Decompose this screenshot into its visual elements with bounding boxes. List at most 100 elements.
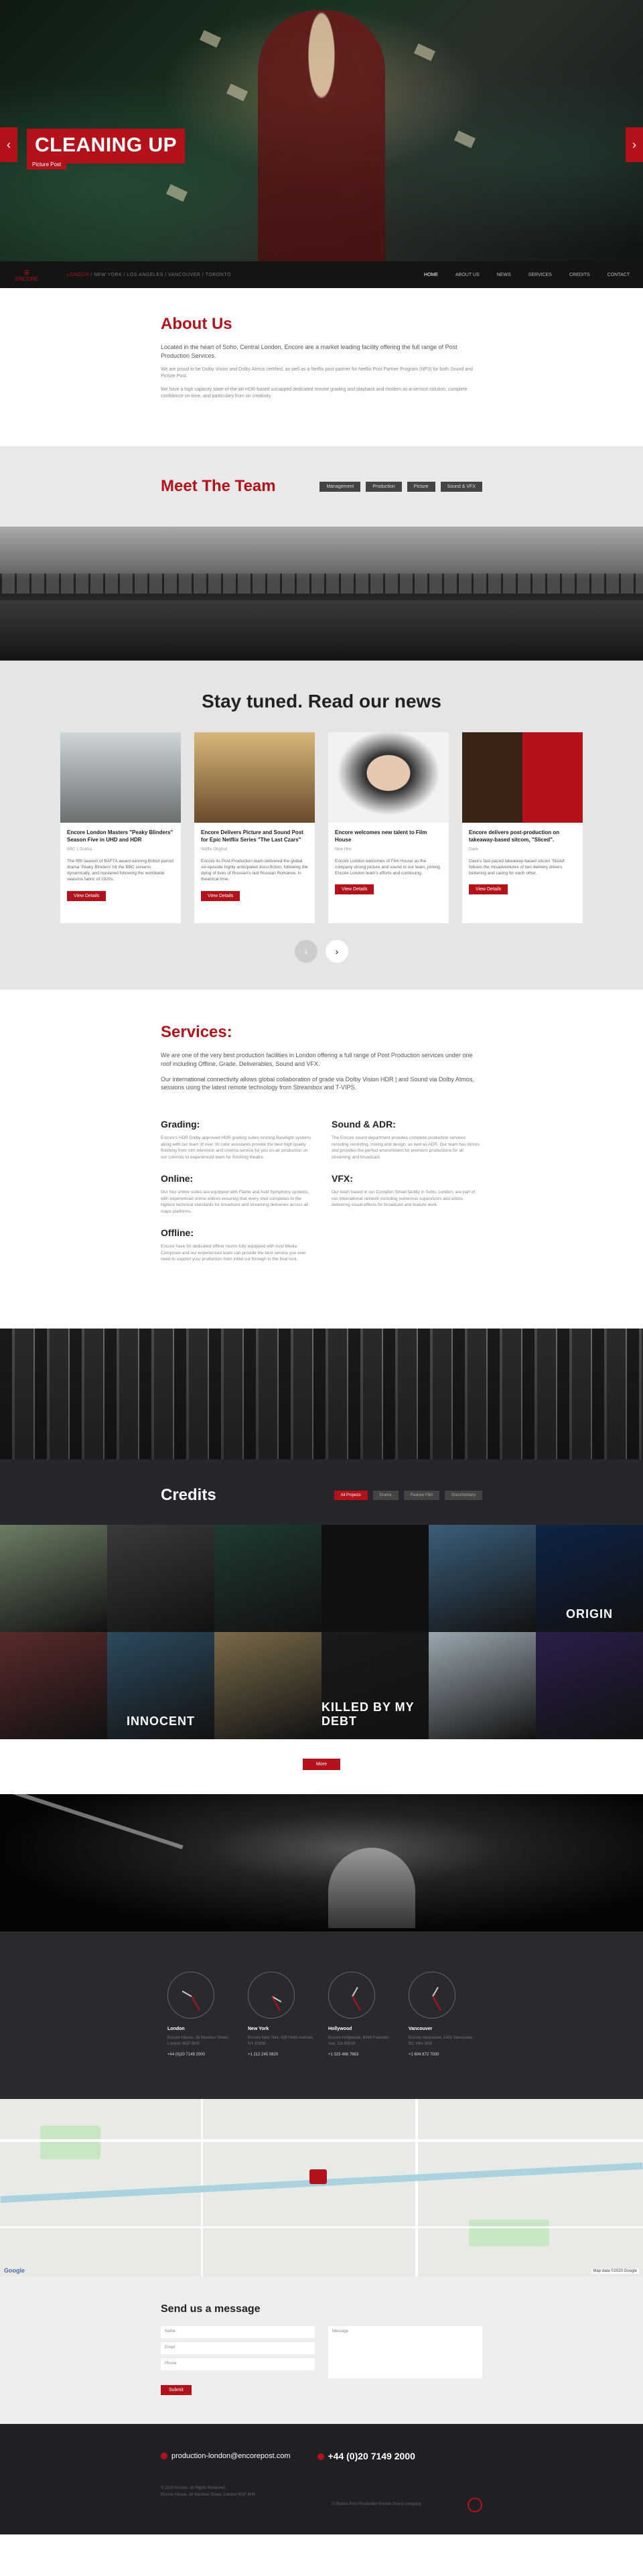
credit-poster[interactable] [0,1632,107,1739]
credit-poster[interactable] [214,1632,322,1739]
footer-copyright-right: © Picture Post Production Encore Group c… [332,2502,421,2506]
city-link[interactable]: TORONTO [206,273,231,277]
clock-minute-hand [191,1996,200,2011]
nav-item-home[interactable]: HOME [424,273,438,277]
map-park [469,2220,549,2246]
slider-prev-button[interactable]: ‹ [0,127,17,162]
news-next-button[interactable]: › [326,940,348,963]
office-address: Encore New York, 630 Ninth Avenue, NY 10… [248,2036,314,2046]
credit-poster[interactable] [536,1632,643,1739]
map-pin-icon[interactable] [309,2169,327,2184]
email-field[interactable]: Email [161,2342,315,2354]
credits-filter-button[interactable]: All Projects [334,1491,368,1500]
view-details-button[interactable]: View Details [201,890,240,901]
services-intro: We are one of the very best production f… [161,1052,473,1067]
mail-icon [161,2453,167,2460]
news-card-image [328,732,449,823]
news-cards: Encore London Masters "Peaky Blinders" S… [0,732,643,924]
credits-header: Credits All Projects Drama Feature Film … [0,1486,643,1525]
credit-poster[interactable]: INNOCENT [107,1632,214,1739]
form-left-column: Name Email Phone Submit [161,2326,315,2395]
footer-logo-icon[interactable] [468,2498,482,2512]
news-card-image [60,732,181,823]
footer-email[interactable]: production-london@encorepost.com [161,2452,291,2460]
city-link[interactable]: LOS ANGELES [127,273,163,277]
office-phone[interactable]: +1 604 872 7000 [409,2053,476,2057]
credit-poster[interactable] [0,1525,107,1632]
about-title: About Us [161,315,232,333]
main-nav: ≡ ENCORE LONDON / NEW YORK / LOS ANGELES… [0,261,643,288]
slider-next-button[interactable]: › [626,127,643,162]
team-filter-button[interactable]: Management [319,481,361,492]
office-address: Encore Hollywood, 6344 Fountain Ave, CA … [328,2036,389,2046]
news-card[interactable]: Encore London Masters "Peaky Blinders" S… [60,732,181,924]
clock-minute-hand [352,1996,361,2011]
phone-field[interactable]: Phone [161,2358,315,2370]
credit-poster[interactable]: ORIGIN [536,1525,643,1632]
more-button[interactable]: More [303,1759,340,1770]
cityscape-image [0,1329,643,1459]
nav-item-contact[interactable]: CONTACT [608,273,630,277]
clock-icon [328,1972,375,2019]
credits-filter-button[interactable]: Documentary [445,1491,482,1500]
service-text: Our team based in our Compton Street fac… [332,1189,476,1208]
service-item: Sound & ADR: The Encore sound department… [332,1119,482,1173]
credits-filter-button[interactable]: Drama [372,1491,399,1500]
office-card: Hollywood Encore Hollywood, 6344 Fountain… [328,1972,395,2059]
team-filter-button[interactable]: Production [366,481,402,492]
nav-item-credits[interactable]: CREDITS [569,273,590,277]
team-filter-button[interactable]: Sound & VFX [440,481,482,492]
nav-item-news[interactable]: NEWS [497,273,511,277]
clock-icon [248,1972,295,2019]
nav-item-about[interactable]: ABOUT US [455,273,480,277]
service-item: Grading: Encore's HDR Dolby-approved HDR… [161,1119,311,1173]
credit-poster[interactable]: KILLED BY MY DEBT [322,1632,429,1739]
service-item: Online: Our four online suites are equip… [161,1173,311,1227]
office-address: Encore House, 16 Wardour Street, London … [167,2036,229,2046]
office-phone[interactable]: +1 212 245 0620 [248,2053,315,2057]
pano-bridge [0,573,643,594]
news-card-title: Encore welcomes new talent to Film House [335,829,427,843]
service-item: VFX: Our team based in our Compton Stree… [332,1173,482,1227]
clock-hour-hand [182,1990,192,1997]
footer: production-london@encorepost.com +44 (0)… [0,2424,643,2534]
news-card[interactable]: Encore Delivers Picture and Sound Post f… [194,732,315,924]
credit-poster[interactable] [214,1525,322,1632]
city-link[interactable]: LONDON [67,273,89,277]
service-item: Offline: Encore have 50 dedicated offlin… [161,1227,311,1275]
news-title: Stay tuned. Read our news [202,691,441,712]
news-card[interactable]: Encore delivers post-production on takea… [462,732,583,924]
credit-poster[interactable] [429,1632,536,1739]
credits-section: Credits All Projects Drama Feature Film … [0,1459,643,1739]
service-title: VFX: [332,1172,353,1184]
footer-address: Encore House, 16 Wardour Street, London … [161,2492,256,2497]
credit-poster-title: INNOCENT [127,1714,195,1728]
city-link[interactable]: NEW YORK [94,273,122,277]
footer-phone[interactable]: +44 (0)20 7149 2000 [317,2451,415,2461]
office-phone[interactable]: +1 323 466 7663 [328,2053,395,2057]
credit-poster[interactable] [429,1525,536,1632]
logo[interactable]: ≡ ENCORE [13,267,40,282]
name-field[interactable]: Name [161,2326,315,2338]
view-details-button[interactable]: View Details [469,884,508,895]
footer-email-text: production-london@encorepost.com [171,2452,291,2460]
hero-title-box: CLEANING UP [27,129,186,163]
message-field[interactable]: Message [328,2326,482,2378]
view-details-button[interactable]: View Details [67,890,106,901]
credits-filter-button[interactable]: Feature Film [403,1491,440,1500]
nav-item-services[interactable]: SERVICES [528,273,552,277]
map[interactable]: Google Map data ©2020 Google [0,2099,643,2277]
credit-poster-title: KILLED BY MY DEBT [322,1700,415,1728]
city-link[interactable]: VANCOUVER [168,273,200,277]
view-details-button[interactable]: View Details [335,884,374,895]
office-phone[interactable]: +44 (0)20 7149 2000 [167,2053,234,2057]
news-prev-button[interactable]: ‹ [295,940,317,963]
submit-button[interactable]: Submit [161,2385,192,2395]
news-card-text: Encore London welcomes of Film House as … [335,859,440,876]
credit-poster[interactable] [322,1525,429,1632]
credit-poster[interactable] [107,1525,214,1632]
map-road [0,2139,643,2142]
news-card[interactable]: Encore welcomes new talent to Film House… [328,732,449,924]
office-city: New York [248,2027,269,2031]
team-filter-button[interactable]: Picture [407,481,435,492]
